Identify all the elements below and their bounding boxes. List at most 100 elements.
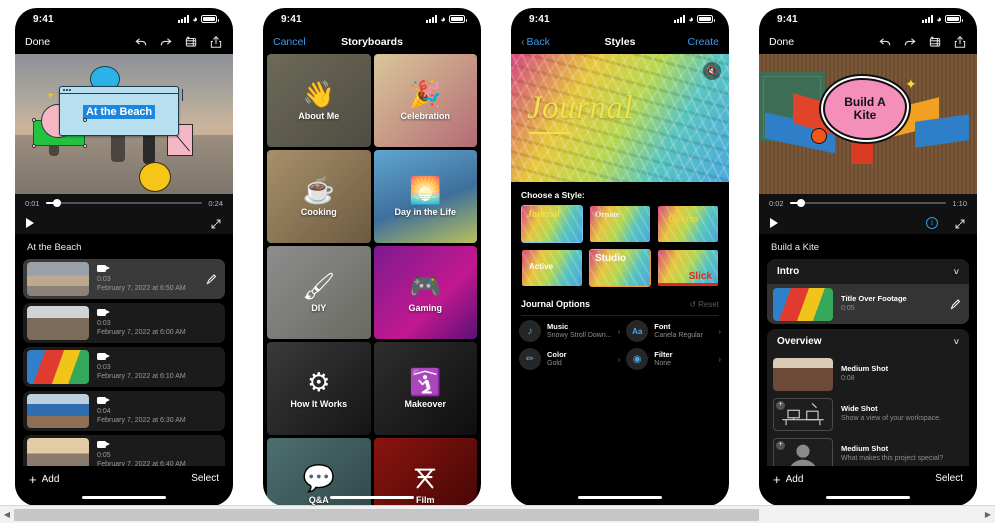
- selection-handle[interactable]: [83, 118, 87, 122]
- time-total: 1:10: [952, 198, 967, 208]
- scrubber-track[interactable]: [789, 199, 947, 207]
- clip-row[interactable]: 0:03 February 7, 2022 at 6:10 AM: [23, 347, 225, 387]
- horizontal-scrollbar[interactable]: ◀ ▶: [0, 505, 995, 523]
- sticker-star: ✦: [905, 76, 917, 92]
- time-current: 0:01: [25, 198, 40, 208]
- style-option-slick[interactable]: Slick: [657, 249, 719, 287]
- playback-controls: [15, 212, 233, 234]
- redo-icon[interactable]: [903, 35, 917, 49]
- share-icon[interactable]: [953, 35, 967, 49]
- style-grid[interactable]: Journal Ornate Charm Active Studio Slick: [511, 205, 729, 287]
- storyboard-grid[interactable]: 👋 About Me 🎉 Celebration ☕ Cooking 🌅 Day…: [263, 54, 481, 506]
- fullscreen-icon[interactable]: [210, 217, 222, 229]
- select-button[interactable]: Select: [191, 473, 219, 484]
- play-button[interactable]: [26, 218, 34, 228]
- style-name: Studio: [595, 253, 627, 264]
- back-button[interactable]: ‹ Back: [521, 36, 550, 48]
- style-option-journal[interactable]: Journal: [521, 205, 583, 243]
- storyboard-card-makeover[interactable]: 🛐 Makeover: [373, 342, 477, 435]
- storyboard-card-how-it-works[interactable]: ⚙ How It Works: [267, 342, 371, 435]
- pencil-icon[interactable]: [949, 298, 961, 310]
- done-button[interactable]: Done: [25, 36, 50, 48]
- style-preview-hero[interactable]: Journal 🔇: [511, 54, 729, 182]
- storyboard-card-celebration[interactable]: 🎉 Celebration: [373, 54, 477, 147]
- style-option-active[interactable]: Active: [521, 249, 583, 287]
- add-button[interactable]: + Add: [773, 473, 803, 486]
- pencil-icon[interactable]: [205, 273, 217, 285]
- storyboard-card-about-me[interactable]: 👋 About Me: [267, 54, 371, 147]
- fullscreen-icon[interactable]: [954, 217, 966, 229]
- home-indicator: [82, 496, 166, 499]
- scroll-right-arrow[interactable]: ▶: [981, 510, 995, 519]
- done-button[interactable]: Done: [769, 36, 794, 48]
- option-color[interactable]: ✏ Color Gold ›: [519, 348, 620, 370]
- storyboard-card-diy[interactable]: 🖌 DIY: [267, 246, 371, 339]
- selection-handle[interactable]: [32, 144, 36, 148]
- mute-icon[interactable]: 🔇: [703, 62, 721, 80]
- option-font[interactable]: Aa Font Canela Regular ›: [626, 320, 721, 342]
- clip-row[interactable]: 0:03 February 7, 2022 at 6:50 AM: [23, 259, 225, 299]
- info-icon[interactable]: i: [926, 217, 938, 229]
- reset-button[interactable]: ↺ Reset: [689, 300, 719, 309]
- scroll-left-arrow[interactable]: ◀: [0, 510, 14, 519]
- share-icon[interactable]: [209, 35, 223, 49]
- clip-duration: 0:03: [97, 275, 111, 283]
- selection-handle[interactable]: [83, 144, 87, 148]
- bottom-toolbar: + Add Select: [15, 466, 233, 506]
- option-filter[interactable]: ◉ Filter None ›: [626, 348, 721, 370]
- undo-icon[interactable]: [878, 35, 892, 49]
- scrollbar-thumb[interactable]: [14, 508, 759, 521]
- style-option-ornate[interactable]: Ornate: [589, 205, 651, 243]
- add-shot-icon[interactable]: +: [776, 440, 785, 450]
- time-current: 0:02: [769, 198, 784, 208]
- redo-icon[interactable]: [159, 35, 173, 49]
- clip-thumbnail: [27, 350, 89, 384]
- scrubber-bar[interactable]: 0:02 1:10: [759, 194, 977, 212]
- style-options-grid[interactable]: ♪ Music Snowy Stroll Down... › Aa Font C…: [511, 316, 729, 370]
- scrubber-track[interactable]: [45, 199, 203, 207]
- option-music[interactable]: ♪ Music Snowy Stroll Down... ›: [519, 320, 620, 342]
- play-button[interactable]: [770, 218, 778, 228]
- cancel-button[interactable]: Cancel: [273, 36, 306, 48]
- game-controller-icon: 🎮: [409, 270, 442, 301]
- storyboard-card-cooking[interactable]: ☕ Cooking: [267, 150, 371, 243]
- scrubber-bar[interactable]: 0:01 0:24: [15, 194, 233, 212]
- style-option-studio[interactable]: Studio: [589, 249, 651, 287]
- title-card-window[interactable]: At the Beach: [59, 86, 183, 136]
- storyboard-icon[interactable]: [928, 35, 942, 49]
- shot-row[interactable]: + Wide Shot Show a view of your workspac…: [767, 394, 969, 434]
- scrollbar-track[interactable]: [14, 508, 981, 522]
- option-name: Music: [547, 321, 569, 331]
- status-time: 9:41: [33, 13, 54, 25]
- shot-row[interactable]: Medium Shot 0:08: [767, 354, 969, 394]
- storyboard-icon[interactable]: [184, 35, 198, 49]
- storyboard-card-gaming[interactable]: 🎮 Gaming: [373, 246, 477, 339]
- chevron-down-icon[interactable]: ˅: [954, 267, 959, 277]
- create-button[interactable]: Create: [687, 36, 719, 48]
- undo-icon[interactable]: [134, 35, 148, 49]
- add-label: Add: [41, 474, 60, 485]
- title-card-text[interactable]: At the Beach: [82, 104, 156, 119]
- video-camera-icon: [97, 264, 110, 274]
- section-header[interactable]: Overview ˅: [767, 329, 969, 354]
- title-bubble[interactable]: Build A Kite: [823, 78, 907, 140]
- text-caret: [181, 89, 183, 101]
- section-header[interactable]: Intro ˅: [767, 259, 969, 284]
- video-preview-kite[interactable]: ✦ Build A Kite: [759, 54, 977, 194]
- style-name: Charm: [668, 214, 699, 225]
- clip-row[interactable]: 0:04 February 7, 2022 at 6:30 AM: [23, 391, 225, 431]
- selection-handle[interactable]: [32, 118, 36, 122]
- select-button[interactable]: Select: [935, 473, 963, 484]
- clip-row[interactable]: 0:03 February 7, 2022 at 6:00 AM: [23, 303, 225, 343]
- video-preview-beach[interactable]: ➤ At the Beach: [15, 54, 233, 194]
- storyboard-card-day-in-the-life[interactable]: 🌅 Day in the Life: [373, 150, 477, 243]
- shot-placeholder-desk[interactable]: +: [773, 397, 833, 431]
- clip-list[interactable]: 0:03 February 7, 2022 at 6:50 AM 0:03 Fe…: [15, 259, 233, 475]
- add-shot-icon[interactable]: +: [776, 400, 785, 410]
- chevron-down-icon[interactable]: ˅: [954, 337, 959, 347]
- shot-subtitle: Show a view of your workspace.: [841, 415, 941, 423]
- add-button[interactable]: + Add: [29, 473, 59, 486]
- style-option-charm[interactable]: Charm: [657, 205, 719, 243]
- storyboard-label: Film: [415, 494, 435, 505]
- shot-row[interactable]: Title Over Footage 0:05: [767, 284, 969, 324]
